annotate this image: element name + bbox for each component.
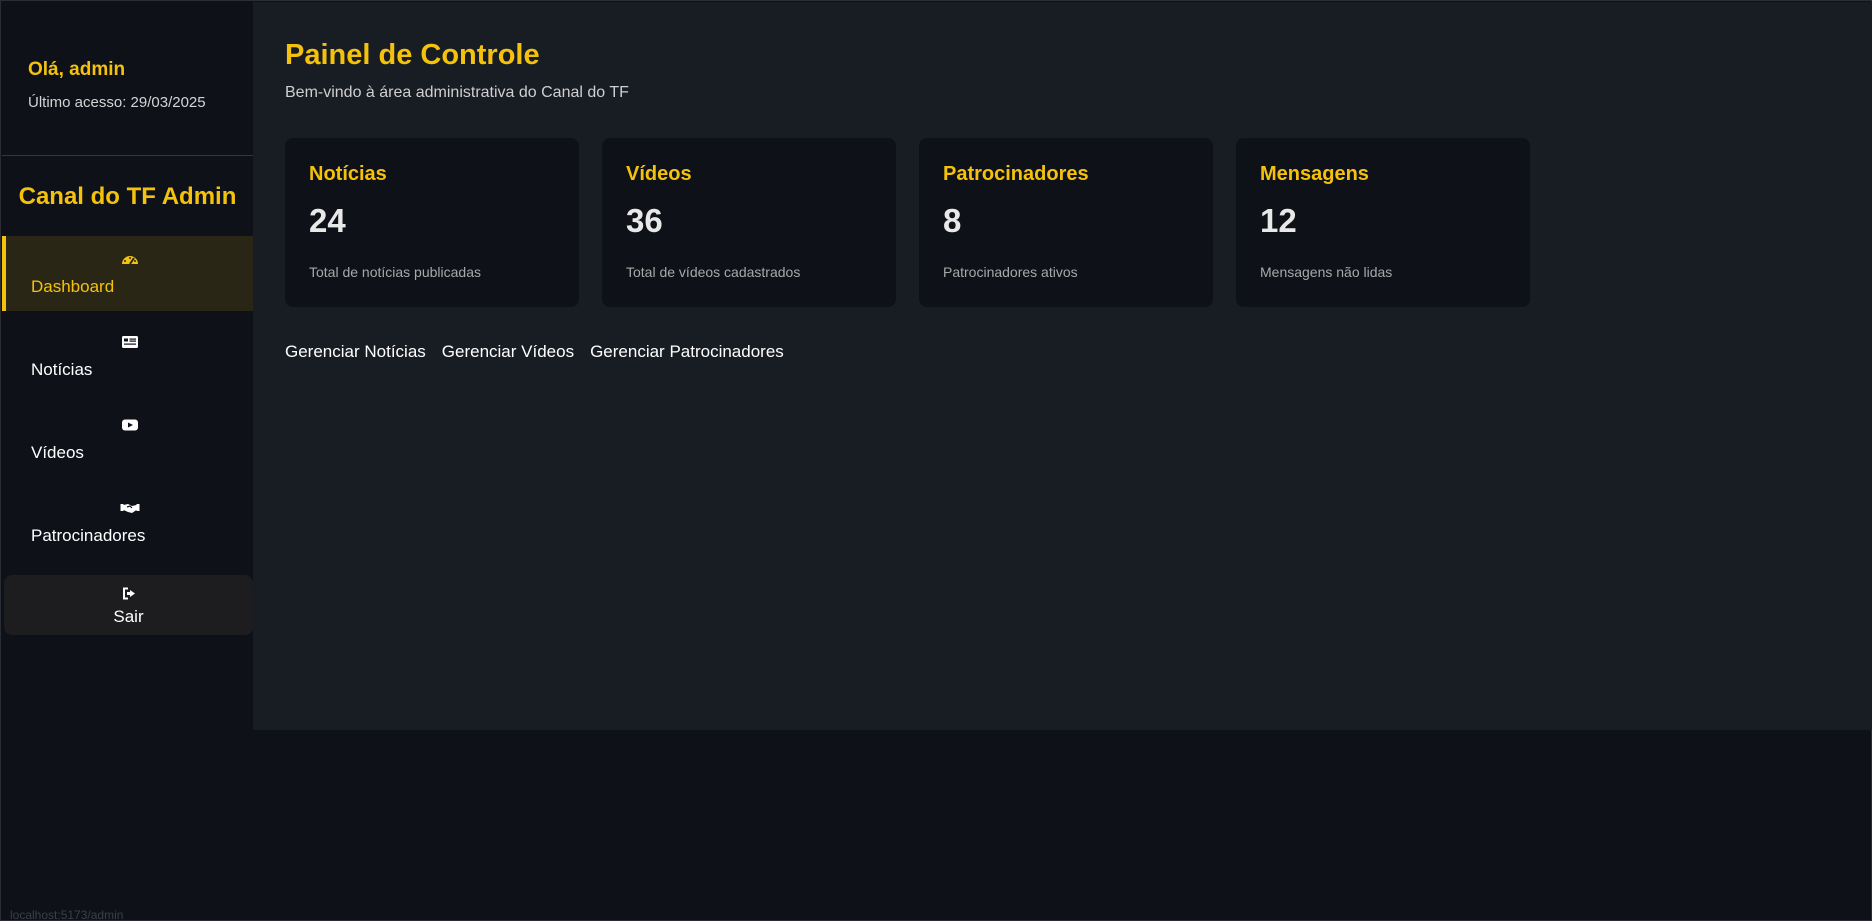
sidebar-item-label: Notícias — [31, 360, 93, 379]
logout-button[interactable]: Sair — [4, 575, 253, 635]
sidebar-item-label: Vídeos — [31, 443, 84, 462]
manage-sponsors-link[interactable]: Gerenciar Patrocinadores — [590, 342, 784, 362]
card-value: 36 — [626, 202, 663, 239]
youtube-icon — [120, 417, 140, 433]
stat-card-noticias: Notícias 24 Total de notícias publicadas — [285, 138, 579, 307]
card-description: Total de vídeos cadastrados — [626, 264, 801, 280]
stats-cards: Notícias 24 Total de notícias publicadas… — [285, 138, 1530, 307]
card-description: Patrocinadores ativos — [943, 264, 1078, 280]
card-title: Patrocinadores — [943, 163, 1089, 185]
card-value: 8 — [943, 202, 962, 239]
sidebar-item-label: Dashboard — [31, 277, 115, 296]
manage-news-link[interactable]: Gerenciar Notícias — [285, 342, 426, 362]
app-window: Olá, admin Último acesso: 29/03/2025 Can… — [0, 0, 1872, 921]
sidebar-item-label: Patrocinadores — [31, 526, 146, 545]
page-subtitle: Bem-vindo à área administrativa do Canal… — [285, 84, 629, 101]
sidebar-nav: Dashboard Notícias Vídeos Patrocinadores — [2, 236, 253, 560]
gauge-icon — [120, 251, 140, 267]
stat-card-mensagens: Mensagens 12 Mensagens não lidas — [1236, 138, 1530, 307]
quick-links: Gerenciar Notícias Gerenciar Vídeos Gere… — [285, 342, 784, 362]
user-info: Olá, admin Último acesso: 29/03/2025 — [2, 2, 253, 156]
logout-label: Sair — [113, 607, 144, 626]
card-value: 12 — [1260, 202, 1297, 239]
stat-card-videos: Vídeos 36 Total de vídeos cadastrados — [602, 138, 896, 307]
sidebar-item-noticias[interactable]: Notícias — [2, 319, 253, 394]
card-value: 24 — [309, 202, 346, 239]
sidebar-item-patrocinadores[interactable]: Patrocinadores — [2, 485, 253, 560]
stat-card-patrocinadores: Patrocinadores 8 Patrocinadores ativos — [919, 138, 1213, 307]
card-title: Vídeos — [626, 163, 692, 185]
newspaper-icon — [120, 334, 140, 350]
sign-out-icon — [121, 586, 139, 600]
sidebar-item-videos[interactable]: Vídeos — [2, 402, 253, 477]
main-content: Painel de Controle Bem-vindo à área admi… — [253, 2, 1872, 730]
card-title: Notícias — [309, 163, 387, 185]
sidebar-item-dashboard[interactable]: Dashboard — [2, 236, 253, 311]
card-description: Total de notícias publicadas — [309, 264, 481, 280]
manage-videos-link[interactable]: Gerenciar Vídeos — [442, 342, 574, 362]
status-bar-url: localhost:5173/admin — [10, 908, 124, 921]
page-title: Painel de Controle — [285, 39, 540, 71]
card-title: Mensagens — [1260, 163, 1369, 185]
sidebar: Olá, admin Último acesso: 29/03/2025 Can… — [2, 2, 253, 920]
last-access: Último acesso: 29/03/2025 — [28, 94, 206, 111]
greeting: Olá, admin — [28, 59, 126, 80]
card-description: Mensagens não lidas — [1260, 264, 1393, 280]
handshake-icon — [120, 500, 140, 516]
brand-title: Canal do TF Admin — [18, 183, 237, 210]
